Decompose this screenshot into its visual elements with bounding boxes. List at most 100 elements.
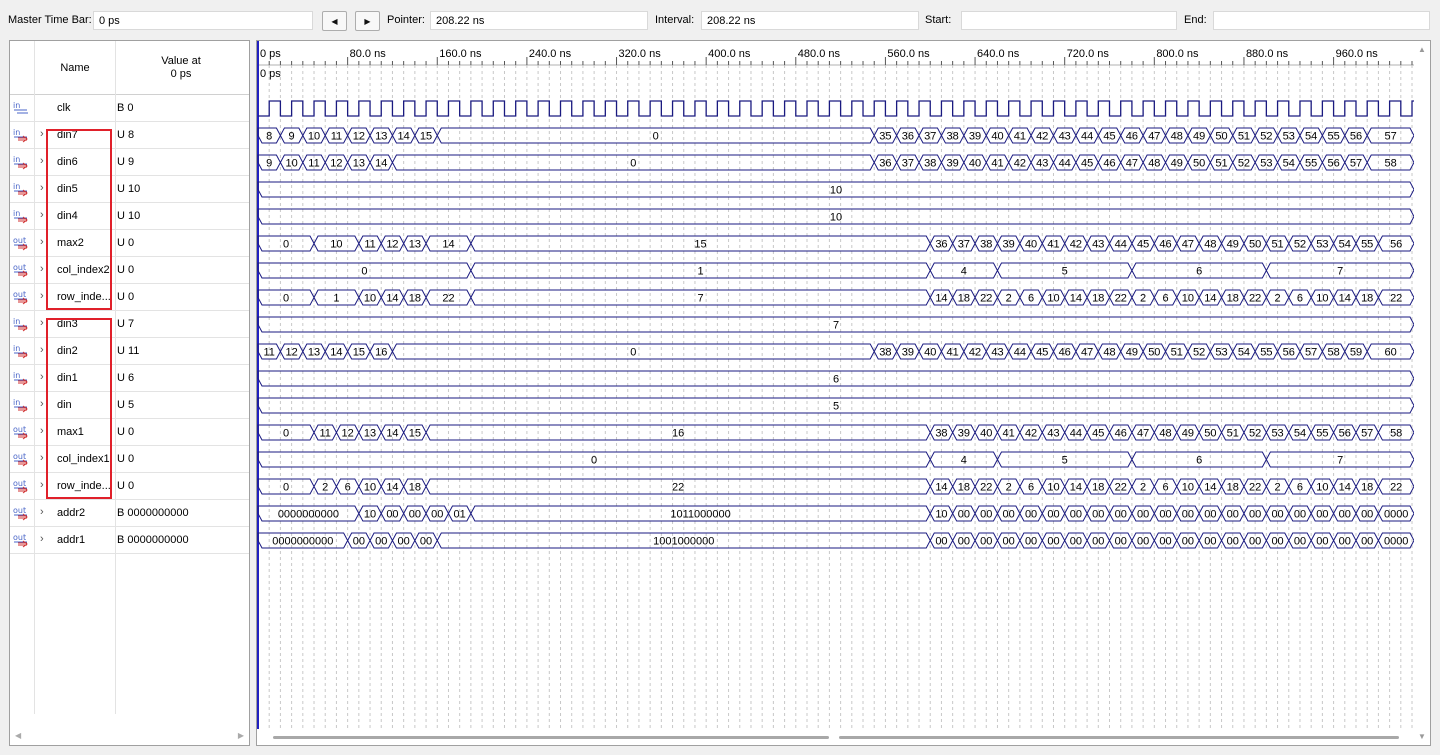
- scroll-thumb[interactable]: [273, 736, 829, 739]
- bus-value-label: 00: [1294, 509, 1306, 521]
- bus-value-label: 50: [1204, 428, 1216, 440]
- bus-value-label: 00: [409, 509, 421, 521]
- signal-value: U 8: [117, 129, 135, 141]
- scroll-thumb[interactable]: [839, 736, 1399, 739]
- chevron-right-icon[interactable]: ›: [40, 290, 44, 302]
- bus-value-label: 7: [833, 320, 839, 332]
- chevron-right-icon[interactable]: ›: [40, 533, 44, 545]
- bus-value-label: 42: [969, 347, 981, 359]
- input-pin-icon: in: [13, 398, 30, 413]
- signal-value: U 6: [117, 372, 135, 384]
- time-ruler-label: 400.0 ns: [708, 48, 751, 60]
- master-time-bar-field[interactable]: 0 ps: [93, 11, 313, 30]
- bus-value-label: 18: [1361, 293, 1373, 305]
- bus-value-label: 18: [1227, 293, 1239, 305]
- svg-text:out: out: [13, 479, 26, 488]
- bus-value-label: 54: [1283, 158, 1295, 170]
- bus-value-label: 11: [331, 131, 342, 143]
- bus-value-label: 22: [980, 293, 992, 305]
- svg-text:in: in: [13, 371, 20, 380]
- svg-text:in: in: [13, 155, 20, 164]
- start-field[interactable]: [961, 11, 1177, 30]
- signal-value: B 0000000000: [117, 534, 189, 546]
- bus-value-label: 13: [364, 428, 376, 440]
- chevron-right-icon[interactable]: ›: [40, 398, 44, 410]
- bus-value-label: 16: [375, 347, 387, 359]
- chevron-right-icon[interactable]: ›: [40, 506, 44, 518]
- bus-value-label: 36: [879, 158, 891, 170]
- chevron-right-icon[interactable]: ›: [40, 371, 44, 383]
- bus-value-label: 00: [980, 509, 992, 521]
- bus-value-label: 1001000000: [653, 536, 714, 548]
- chevron-right-icon[interactable]: ›: [40, 425, 44, 437]
- waveform-vertical-scrollbar[interactable]: ▲ ▼: [1414, 41, 1430, 745]
- scroll-down-icon[interactable]: ▼: [1418, 732, 1426, 741]
- scroll-up-icon[interactable]: ▲: [1418, 45, 1426, 54]
- highlight-box-group-1: [46, 318, 112, 499]
- chevron-right-icon[interactable]: ›: [40, 452, 44, 464]
- next-transition-button[interactable]: ▶: [355, 11, 380, 31]
- chevron-right-icon[interactable]: ›: [40, 209, 44, 221]
- bus-value-label: 00: [1182, 536, 1194, 548]
- output-pin-icon: out: [13, 479, 30, 494]
- bus-value-label: 37: [958, 239, 970, 251]
- chevron-right-icon[interactable]: ›: [40, 236, 44, 248]
- input-pin-icon: in: [13, 371, 30, 386]
- bus-value-label: 10: [364, 482, 376, 494]
- bus-value-label: 00: [1137, 509, 1149, 521]
- chevron-right-icon[interactable]: ›: [40, 479, 44, 491]
- previous-transition-button[interactable]: ◀: [322, 11, 347, 31]
- time-ruler-label: 480.0 ns: [798, 48, 841, 60]
- bus-value-label: 48: [1148, 158, 1160, 170]
- scroll-right-icon[interactable]: ▶: [238, 731, 244, 740]
- bus-value-label: 00: [1025, 509, 1037, 521]
- bus-value-label: 00: [1070, 509, 1082, 521]
- bus-value-label: 00: [1316, 536, 1328, 548]
- bus-value-label: 0000000000: [272, 536, 333, 548]
- scroll-left-icon[interactable]: ◀: [15, 731, 21, 740]
- interval-field[interactable]: 208.22 ns: [701, 11, 919, 30]
- bus-value-label: 43: [1059, 131, 1071, 143]
- pointer-field[interactable]: 208.22 ns: [430, 11, 648, 30]
- chevron-right-icon[interactable]: ›: [40, 317, 44, 329]
- bus-value-label: 58: [1390, 428, 1402, 440]
- signal-row[interactable]: out › addr2 B 0000000000: [10, 500, 249, 527]
- end-field[interactable]: [1213, 11, 1430, 30]
- bus-value-label: 48: [1159, 428, 1171, 440]
- bus-value-label: 10: [285, 158, 297, 170]
- value-column-header[interactable]: Value at 0 ps: [116, 55, 246, 81]
- bus-value-label: 58: [1327, 347, 1339, 359]
- bus-value-label: 00: [431, 509, 443, 521]
- bus-value-label: 00: [1294, 536, 1306, 548]
- chevron-right-icon[interactable]: ›: [40, 182, 44, 194]
- bus-value-label: 1011000000: [670, 509, 730, 521]
- svg-text:out: out: [13, 452, 26, 461]
- svg-text:out: out: [13, 506, 26, 515]
- chevron-right-icon[interactable]: ›: [40, 344, 44, 356]
- chevron-right-icon[interactable]: ›: [40, 128, 44, 140]
- bus-value-label: 2: [1140, 293, 1146, 305]
- waveform-canvas[interactable]: 0 ps 80.0 ns 160.0 ns 240.0 ns 320.0 ns 400.0…: [257, 41, 1414, 729]
- signal-name: addr2: [57, 507, 86, 519]
- bus-value-label: 00: [386, 509, 398, 521]
- bus-value-label: 14: [935, 293, 947, 305]
- bus-value-label: 2: [322, 482, 328, 494]
- waveform-horizontal-scrollbar[interactable]: [257, 729, 1414, 745]
- bus-value-label: 45: [1137, 239, 1149, 251]
- bus-value-label: 00: [1339, 536, 1351, 548]
- chevron-right-icon[interactable]: ›: [40, 155, 44, 167]
- signal-row[interactable]: in clk B 0: [10, 95, 249, 122]
- bus-value-label: 57: [1361, 428, 1373, 440]
- bus-value-label: 14: [386, 293, 398, 305]
- bus-value-label: 46: [1126, 131, 1138, 143]
- bus-value-label: 49: [1126, 347, 1138, 359]
- chevron-right-icon[interactable]: ›: [40, 263, 44, 275]
- name-column-header[interactable]: Name: [34, 62, 116, 74]
- signal-list-horizontal-scrollbar[interactable]: ◀ ▶: [10, 729, 249, 745]
- bus-value-label: 43: [991, 347, 1003, 359]
- signal-row[interactable]: out › addr1 B 0000000000: [10, 527, 249, 554]
- bus-value-label: 5: [1062, 266, 1068, 278]
- svg-text:in: in: [13, 209, 20, 218]
- bus-value-label: 10: [1182, 293, 1194, 305]
- waveform-panel[interactable]: 0 ps 80.0 ns 160.0 ns 240.0 ns 320.0 ns 400.0…: [256, 40, 1431, 746]
